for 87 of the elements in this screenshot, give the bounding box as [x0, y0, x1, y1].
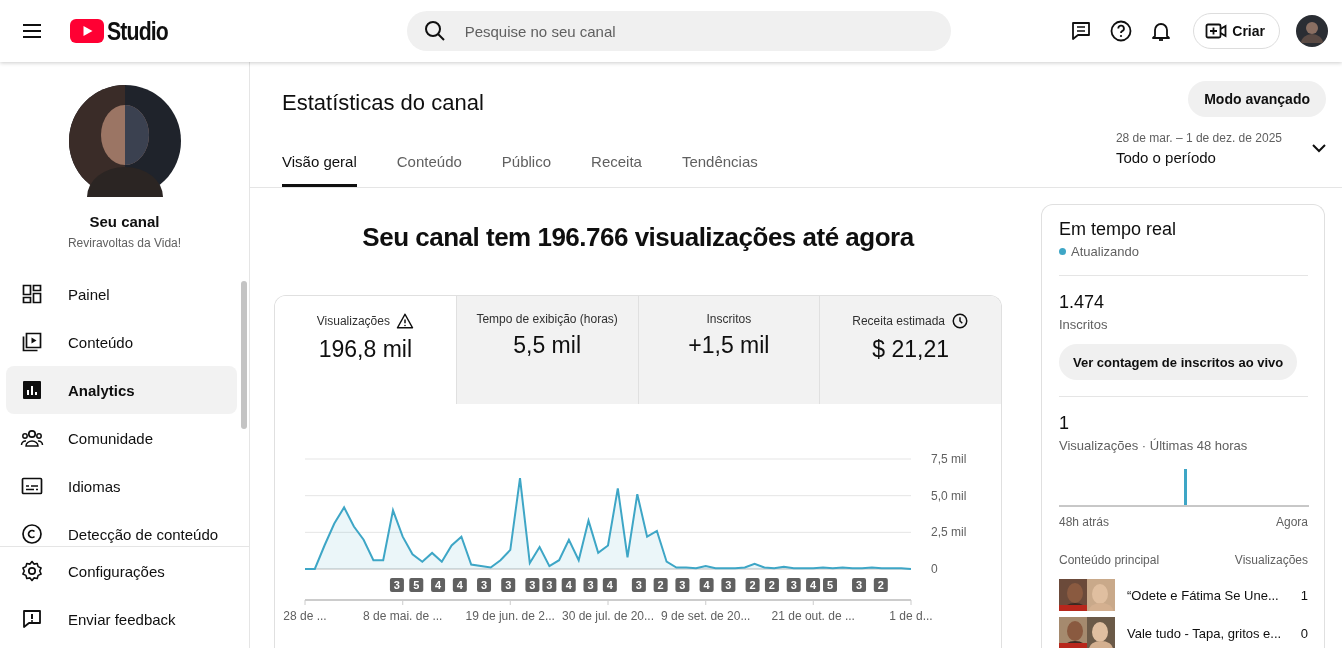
video-marker[interactable]: 2 [653, 578, 668, 592]
y-axis-label: 2,5 mil [931, 525, 967, 540]
scrollbar[interactable] [241, 281, 247, 429]
copyright-icon [20, 522, 44, 546]
sidebar-item[interactable]: Configurações [6, 547, 237, 595]
axis-start-label: 48h atrás [1059, 515, 1110, 529]
x-axis-label: 19 de jun. de 2... [465, 609, 555, 623]
video-marker[interactable]: 4 [452, 578, 467, 592]
video-marker[interactable]: 3 [525, 578, 540, 592]
subscriber-count: 1.474 [1059, 292, 1106, 313]
tab[interactable]: Visão geral [282, 153, 357, 187]
video-marker[interactable]: 3 [389, 578, 404, 592]
axis-end-label: Agora [1275, 515, 1308, 529]
video-marker[interactable]: 4 [806, 578, 821, 592]
sidebar-item[interactable]: Detecção de conteúdo [6, 510, 237, 546]
x-axis-label: 1 de d... [889, 609, 933, 623]
channel-name: Reviravoltas da Vida! [67, 236, 182, 250]
chevron-down-icon [1312, 144, 1326, 153]
column-header: Visualizações [1234, 553, 1308, 567]
metric-tab[interactable]: Inscritos +1,5 mil [637, 296, 820, 404]
realtime-title: Em tempo real [1059, 219, 1178, 240]
video-marker[interactable]: 3 [631, 578, 646, 592]
views-label: Visualizações · Últimas 48 horas [1059, 438, 1249, 453]
analytics-icon [20, 378, 44, 402]
tab[interactable]: Tendências [681, 153, 758, 187]
video-marker[interactable]: 3 [542, 578, 557, 592]
video-marker[interactable]: 2 [745, 578, 760, 592]
video-marker[interactable]: 3 [721, 578, 736, 592]
avatar[interactable] [1296, 15, 1328, 47]
page-title: Estatísticas do canal [282, 90, 484, 116]
sidebar-item[interactable]: Enviar feedback [6, 595, 237, 643]
video-marker[interactable]: 3 [675, 578, 690, 592]
live-count-button[interactable]: Ver contagem de inscritos ao vivo [1059, 344, 1298, 380]
y-axis-label: 7,5 mil [931, 452, 967, 466]
sidebar-item[interactable]: Conteúdo [6, 318, 237, 366]
video-marker[interactable]: 3 [786, 578, 801, 592]
date-range-picker[interactable]: 28 de mar. – 1 de dez. de 2025 Todo o período [1115, 131, 1326, 166]
video-marker[interactable]: 3 [852, 578, 867, 592]
video-marker[interactable]: 2 [764, 578, 779, 592]
sidebar-item[interactable]: Analytics [6, 366, 237, 414]
status-text: Atualizando [1071, 244, 1139, 259]
tab[interactable]: Receita [591, 153, 642, 187]
views-headline: Seu canal tem 196.766 visualizações até agora [362, 222, 914, 253]
metric-tab[interactable]: Receita estimada $ 21,21 [819, 296, 1001, 404]
dashboard-icon [20, 282, 44, 306]
video-library-icon [20, 330, 44, 354]
play-logo-icon [70, 19, 104, 43]
logo-text: Studio [107, 16, 168, 46]
tab[interactable]: Público [501, 153, 552, 187]
video-marker[interactable]: 3 [477, 578, 492, 592]
metric-tab[interactable]: Tempo de exibição (horas) 5,5 mil [455, 296, 638, 404]
x-axis-label: 8 de mai. de ... [363, 609, 443, 623]
y-axis-label: 5,0 mil [931, 488, 967, 503]
tab[interactable]: Conteúdo [396, 153, 462, 187]
y-axis-label: 0 [931, 562, 938, 576]
video-marker[interactable]: 3 [583, 578, 598, 592]
settings-icon [20, 559, 44, 583]
search-bar[interactable]: Pesquise no seu canal [406, 11, 951, 51]
subscriber-label: Inscritos [1059, 317, 1109, 332]
status-dot [1059, 248, 1066, 255]
advanced-mode-button[interactable]: Modo avançado [1188, 81, 1326, 117]
channel-label: Seu canal [89, 213, 160, 230]
sidebar-item[interactable]: Painel [6, 270, 237, 318]
video-marker[interactable]: 5 [823, 578, 837, 592]
video-marker[interactable]: 2 [873, 578, 888, 592]
x-axis-label: 9 de set. de 20... [661, 609, 751, 623]
x-axis-label: 30 de jul. de 20... [561, 609, 655, 623]
x-axis-label: 21 de out. de ... [771, 609, 855, 623]
clock-icon [951, 312, 969, 330]
feedback-icon [20, 607, 44, 631]
x-axis-label: 28 de ... [283, 609, 327, 623]
sidebar-item[interactable]: Comunidade [6, 414, 237, 462]
help-icon[interactable] [1109, 19, 1134, 43]
search-field[interactable]: Pesquise no seu canal [462, 21, 935, 41]
column-header: Conteúdo principal [1059, 553, 1160, 567]
sidebar-item[interactable]: Idiomas [6, 462, 237, 510]
video-marker[interactable]: 5 [409, 578, 424, 592]
video-marker[interactable]: 4 [699, 578, 714, 592]
content-row[interactable]: Vale tudo - Tapa, gritos e... 0 [1059, 617, 1308, 648]
views-count: 1 [1059, 413, 1070, 434]
video-marker[interactable]: 4 [561, 578, 576, 592]
warning-icon [395, 312, 414, 330]
content-row[interactable]: “Odete e Fátima Se Une... 1 [1059, 579, 1308, 611]
search-icon [422, 19, 447, 43]
video-marker[interactable]: 3 [501, 578, 516, 592]
video-marker[interactable]: 4 [602, 578, 617, 592]
video-marker[interactable]: 4 [431, 578, 446, 592]
